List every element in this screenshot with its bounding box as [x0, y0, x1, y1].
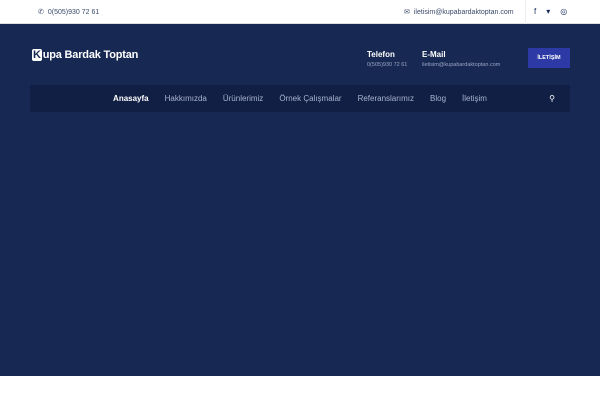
email-value[interactable]: iletisim@kupabardaktoptan.com [422, 62, 500, 68]
phone-value[interactable]: 0(505)930 72 61 [367, 62, 407, 68]
phone-label: Telefon [367, 50, 395, 59]
hero-section [0, 24, 600, 376]
nav-item-home[interactable]: Anasayfa [113, 94, 149, 103]
social-links: f ▾ ◎ [534, 7, 567, 16]
twitter-icon[interactable]: ▾ [546, 7, 550, 16]
logo[interactable]: Kupa Bardak Toptan [32, 49, 138, 61]
divider [525, 0, 526, 24]
nav-item-blog[interactable]: Blog [430, 94, 446, 103]
nav-item-samples[interactable]: Örnek Çalışmalar [279, 94, 341, 103]
nav-item-about[interactable]: Hakkımızda [165, 94, 207, 103]
phone-icon: ✆ [38, 9, 44, 16]
facebook-icon[interactable]: f [534, 7, 536, 16]
top-email-text: iletisim@kupabardaktoptan.com [413, 8, 514, 16]
header-email: E-Mail iletisim@kupabardaktoptan.com [422, 50, 500, 68]
logo-text: upa Bardak Toptan [42, 49, 139, 61]
top-phone[interactable]: ✆ 0(505)930 72 61 [38, 8, 100, 17]
nav-item-products[interactable]: Ürünlerimiz [223, 94, 263, 103]
instagram-icon[interactable]: ◎ [560, 7, 567, 16]
email-label: E-Mail [422, 50, 446, 59]
top-email[interactable]: ✉ iletisim@kupabardaktoptan.com [404, 8, 514, 17]
nav-item-contact[interactable]: İletişim [462, 94, 487, 103]
search-icon[interactable]: ⚲ [549, 94, 555, 103]
top-bar: ✆ 0(505)930 72 61 ✉ iletisim@kupabardaktop… [0, 0, 600, 24]
header-phone: Telefon 0(505)930 72 61 [367, 50, 407, 68]
nav-item-references[interactable]: Referanslarımız [358, 94, 414, 103]
logo-mark: K [32, 49, 42, 61]
envelope-icon: ✉ [404, 9, 410, 16]
contact-button[interactable]: İLETİŞİM [528, 48, 570, 68]
main-nav: Anasayfa Hakkımızda Ürünlerimiz Örnek Ça… [30, 85, 570, 112]
top-phone-text: 0(505)930 72 61 [47, 8, 100, 16]
